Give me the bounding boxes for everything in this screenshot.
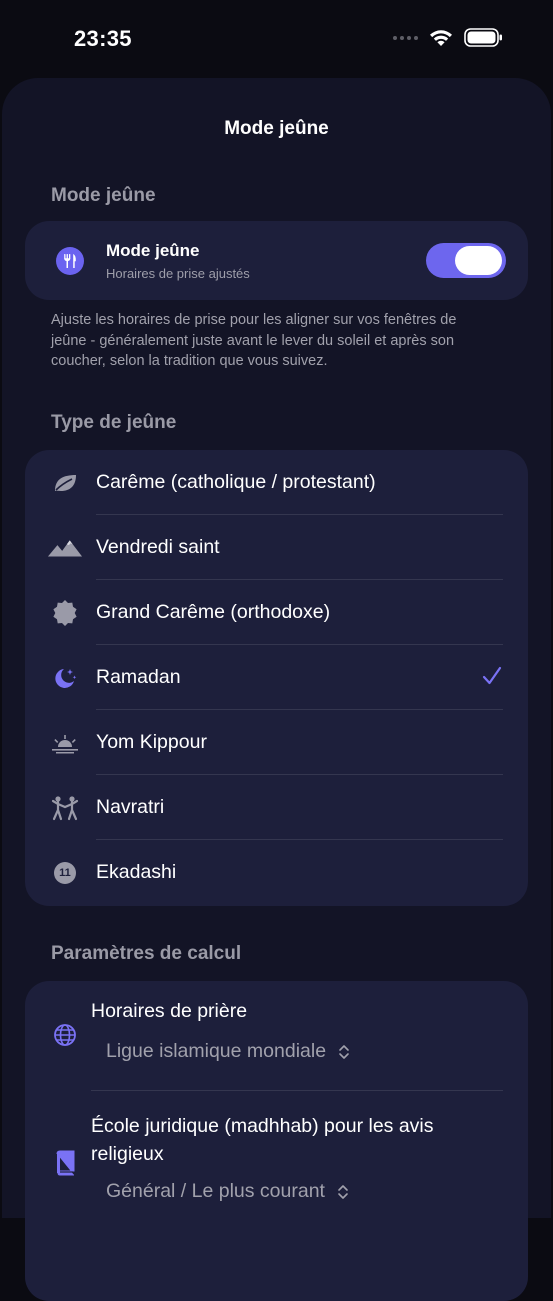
- dancers-icon: [47, 795, 83, 821]
- fast-type-list: Carême (catholique / protestant) Vendred…: [25, 450, 528, 906]
- section-header-fast-type: Type de jeûne: [51, 412, 177, 433]
- wifi-icon: [430, 30, 452, 46]
- option-label: Grand Carême (orthodoxe): [96, 601, 331, 623]
- section-header-calculation: Paramètres de calcul: [51, 943, 242, 964]
- fasting-mode-sheet: Mode jeûne Mode jeûne Mode jeûne Horaire…: [2, 78, 551, 1301]
- switch-knob: [455, 246, 502, 275]
- prayer-times-title: Horaires de prière: [91, 1000, 248, 1022]
- fork-knife-icon: [56, 247, 84, 275]
- option-label: Ekadashi: [96, 861, 177, 883]
- fast-type-option-lent[interactable]: Carême (catholique / protestant): [25, 450, 528, 515]
- fasting-mode-toggle-row[interactable]: Mode jeûne Horaires de prise ajustés: [25, 221, 528, 300]
- option-label: Yom Kippour: [96, 731, 207, 753]
- fast-type-option-ekadashi[interactable]: 11 Ekadashi: [25, 840, 528, 905]
- madhhab-title: École juridique (madhhab) pour les avis …: [91, 1115, 434, 1165]
- fast-type-option-great-lent[interactable]: Grand Carême (orthodoxe): [25, 580, 528, 645]
- sunset-icon: [47, 730, 83, 756]
- eleven-circle-icon: 11: [47, 860, 83, 886]
- calculation-settings-card: Horaires de prière Ligue islamique mondi…: [25, 981, 528, 1301]
- sheet-title: Mode jeûne: [224, 118, 329, 139]
- option-label: Carême (catholique / protestant): [96, 471, 376, 493]
- option-label: Navratri: [96, 796, 165, 818]
- prayer-times-value: Ligue islamique mondiale: [106, 1040, 327, 1062]
- madhhab-value: Général / Le plus courant: [106, 1180, 325, 1202]
- book-icon: [55, 1150, 75, 1181]
- moon-stars-icon: [47, 665, 83, 691]
- fast-type-option-yom-kippur[interactable]: Yom Kippour: [25, 710, 528, 775]
- fast-type-option-good-friday[interactable]: Vendredi saint: [25, 515, 528, 580]
- mountains-icon: [47, 535, 83, 561]
- status-icons: [393, 28, 503, 47]
- fast-type-option-navratri[interactable]: Navratri: [25, 775, 528, 840]
- option-label: Vendredi saint: [96, 536, 220, 558]
- checkmark-icon: [482, 666, 502, 685]
- status-bar: 23:35: [0, 0, 553, 78]
- section-header-fasting-mode: Mode jeûne: [51, 185, 156, 206]
- option-label: Ramadan: [96, 666, 181, 688]
- toggle-subtitle: Horaires de prise ajustés: [106, 266, 250, 281]
- eleven-badge: 11: [54, 862, 76, 884]
- chevron-up-down-icon: [338, 1185, 349, 1199]
- prayer-times-picker[interactable]: Ligue islamique mondiale: [106, 1040, 350, 1063]
- battery-icon: [464, 28, 502, 47]
- toggle-title: Mode jeûne: [106, 241, 200, 260]
- globe-icon: [53, 1023, 77, 1052]
- cellular-signal-icon: [393, 35, 418, 40]
- status-time: 23:35: [74, 26, 132, 51]
- leaf-icon: [47, 470, 83, 496]
- fasting-mode-description: Ajuste les horaires de prise pour les al…: [51, 312, 457, 369]
- seal-icon: [47, 600, 83, 626]
- fasting-mode-switch[interactable]: [426, 243, 506, 278]
- fast-type-option-ramadan[interactable]: Ramadan: [25, 645, 528, 710]
- chevron-up-down-icon: [339, 1045, 350, 1059]
- divider: [91, 1090, 503, 1091]
